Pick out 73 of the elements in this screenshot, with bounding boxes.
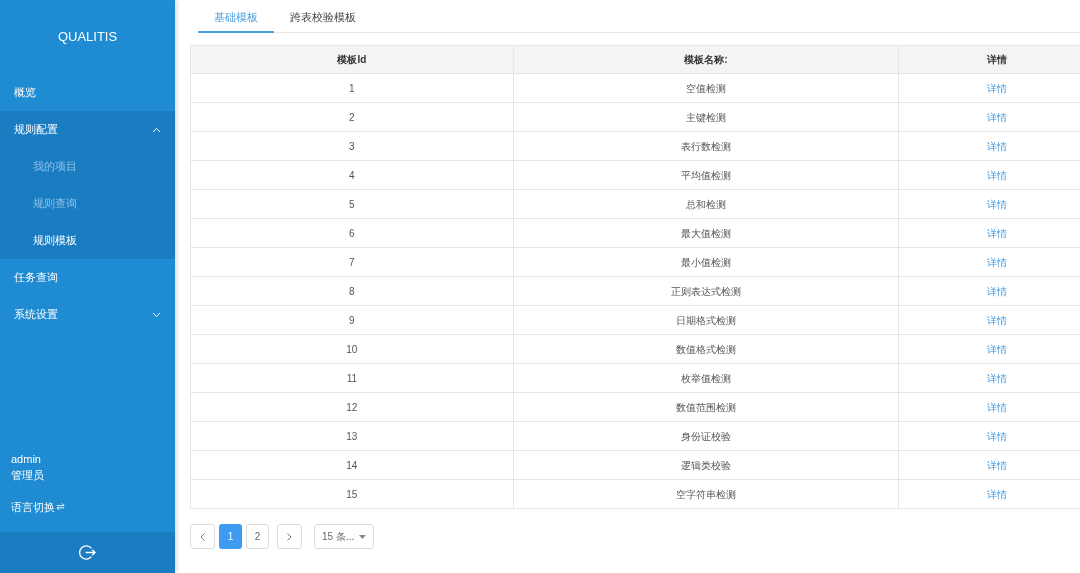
table-cell: 正则表达式检测 xyxy=(513,276,899,306)
table-cell: 15 xyxy=(190,479,514,509)
table-cell: 主键检测 xyxy=(513,102,899,132)
tab[interactable]: 基础模板 xyxy=(198,4,274,33)
table-cell: 10 xyxy=(190,334,514,364)
column-header: 详情 xyxy=(898,45,1080,74)
app-logo: QUALITIS xyxy=(57,28,118,47)
table-cell: 6 xyxy=(190,218,514,248)
table-cell: 最小值检测 xyxy=(513,247,899,277)
details-link[interactable]: 详情 xyxy=(986,140,1007,152)
table-cell: 9 xyxy=(190,305,514,335)
language-switch-link[interactable]: 语言切换 xyxy=(11,498,65,515)
previous-page-button[interactable] xyxy=(190,524,215,549)
details-link[interactable]: 详情 xyxy=(986,372,1007,384)
table-cell: 表行数检测 xyxy=(513,131,899,161)
details-link[interactable]: 详情 xyxy=(986,82,1007,94)
table-cell: 11 xyxy=(190,363,514,393)
table-cell: 3 xyxy=(190,131,514,161)
page-button[interactable]: 1 xyxy=(219,524,242,549)
dropdown-triangle-icon xyxy=(359,534,367,539)
details-link[interactable]: 详情 xyxy=(986,111,1007,123)
table-cell: 4 xyxy=(190,160,514,190)
sidebar-menu-item[interactable]: 概览 xyxy=(0,74,175,111)
details-link[interactable]: 详情 xyxy=(986,459,1007,471)
table-cell: 8 xyxy=(190,276,514,306)
column-header: 模板名称: xyxy=(513,45,899,74)
table-cell: 7 xyxy=(190,247,514,277)
details-link[interactable]: 详情 xyxy=(986,314,1007,326)
chevron-left-icon xyxy=(200,532,205,541)
table-cell: 平均值检测 xyxy=(513,160,899,190)
table-cell: 空字符串检测 xyxy=(513,479,899,509)
table-cell: 13 xyxy=(190,421,514,451)
next-page-button[interactable] xyxy=(277,524,302,549)
details-link[interactable]: 详情 xyxy=(986,401,1007,413)
sidebar-menu-item[interactable]: 规则配置 xyxy=(0,111,175,148)
chevron-right-icon xyxy=(287,532,292,541)
details-link[interactable]: 详情 xyxy=(986,430,1007,442)
table-cell: 2 xyxy=(190,102,514,132)
table-cell: 数值格式检测 xyxy=(513,334,899,364)
sidebar-submenu-item[interactable]: 规则查询 xyxy=(0,185,175,222)
swap-arrows-icon xyxy=(56,502,65,512)
details-link[interactable]: 详情 xyxy=(986,256,1007,268)
table-cell: 逻辑类校验 xyxy=(513,450,899,480)
details-link[interactable]: 详情 xyxy=(986,343,1007,355)
table-cell: 日期格式检测 xyxy=(513,305,899,335)
sidebar-menu-item[interactable]: 任务查询 xyxy=(0,259,175,296)
user-name: admin xyxy=(11,451,42,467)
sidebar-submenu-item[interactable]: 我的项目 xyxy=(0,148,175,185)
sidebar-menu-item[interactable]: 系统设置 xyxy=(0,296,175,333)
details-link[interactable]: 详情 xyxy=(986,169,1007,181)
column-header: 模板Id xyxy=(190,45,514,74)
table-cell: 枚举值检测 xyxy=(513,363,899,393)
page-button[interactable]: 2 xyxy=(246,524,269,549)
table-cell: 总和检测 xyxy=(513,189,899,219)
table-cell: 空值检测 xyxy=(513,73,899,103)
tab[interactable]: 跨表校验模板 xyxy=(274,4,372,33)
table-cell: 12 xyxy=(190,392,514,422)
logout-icon[interactable] xyxy=(79,544,96,561)
page-size-select[interactable]: 15 条... xyxy=(314,524,375,549)
table-cell: 最大值检测 xyxy=(513,218,899,248)
table-cell: 5 xyxy=(190,189,514,219)
details-link[interactable]: 详情 xyxy=(986,488,1007,500)
table-cell: 数值范围检测 xyxy=(513,392,899,422)
table-cell: 身份证校验 xyxy=(513,421,899,451)
table-cell: 1 xyxy=(190,73,514,103)
details-link[interactable]: 详情 xyxy=(986,227,1007,239)
details-link[interactable]: 详情 xyxy=(986,285,1007,297)
user-role: 管理员 xyxy=(11,467,45,483)
table-cell: 14 xyxy=(190,450,514,480)
details-link[interactable]: 详情 xyxy=(986,198,1007,210)
chevron-down-icon xyxy=(152,311,161,318)
sidebar-submenu-item[interactable]: 规则模板 xyxy=(0,222,175,259)
chevron-up-icon xyxy=(152,126,161,133)
